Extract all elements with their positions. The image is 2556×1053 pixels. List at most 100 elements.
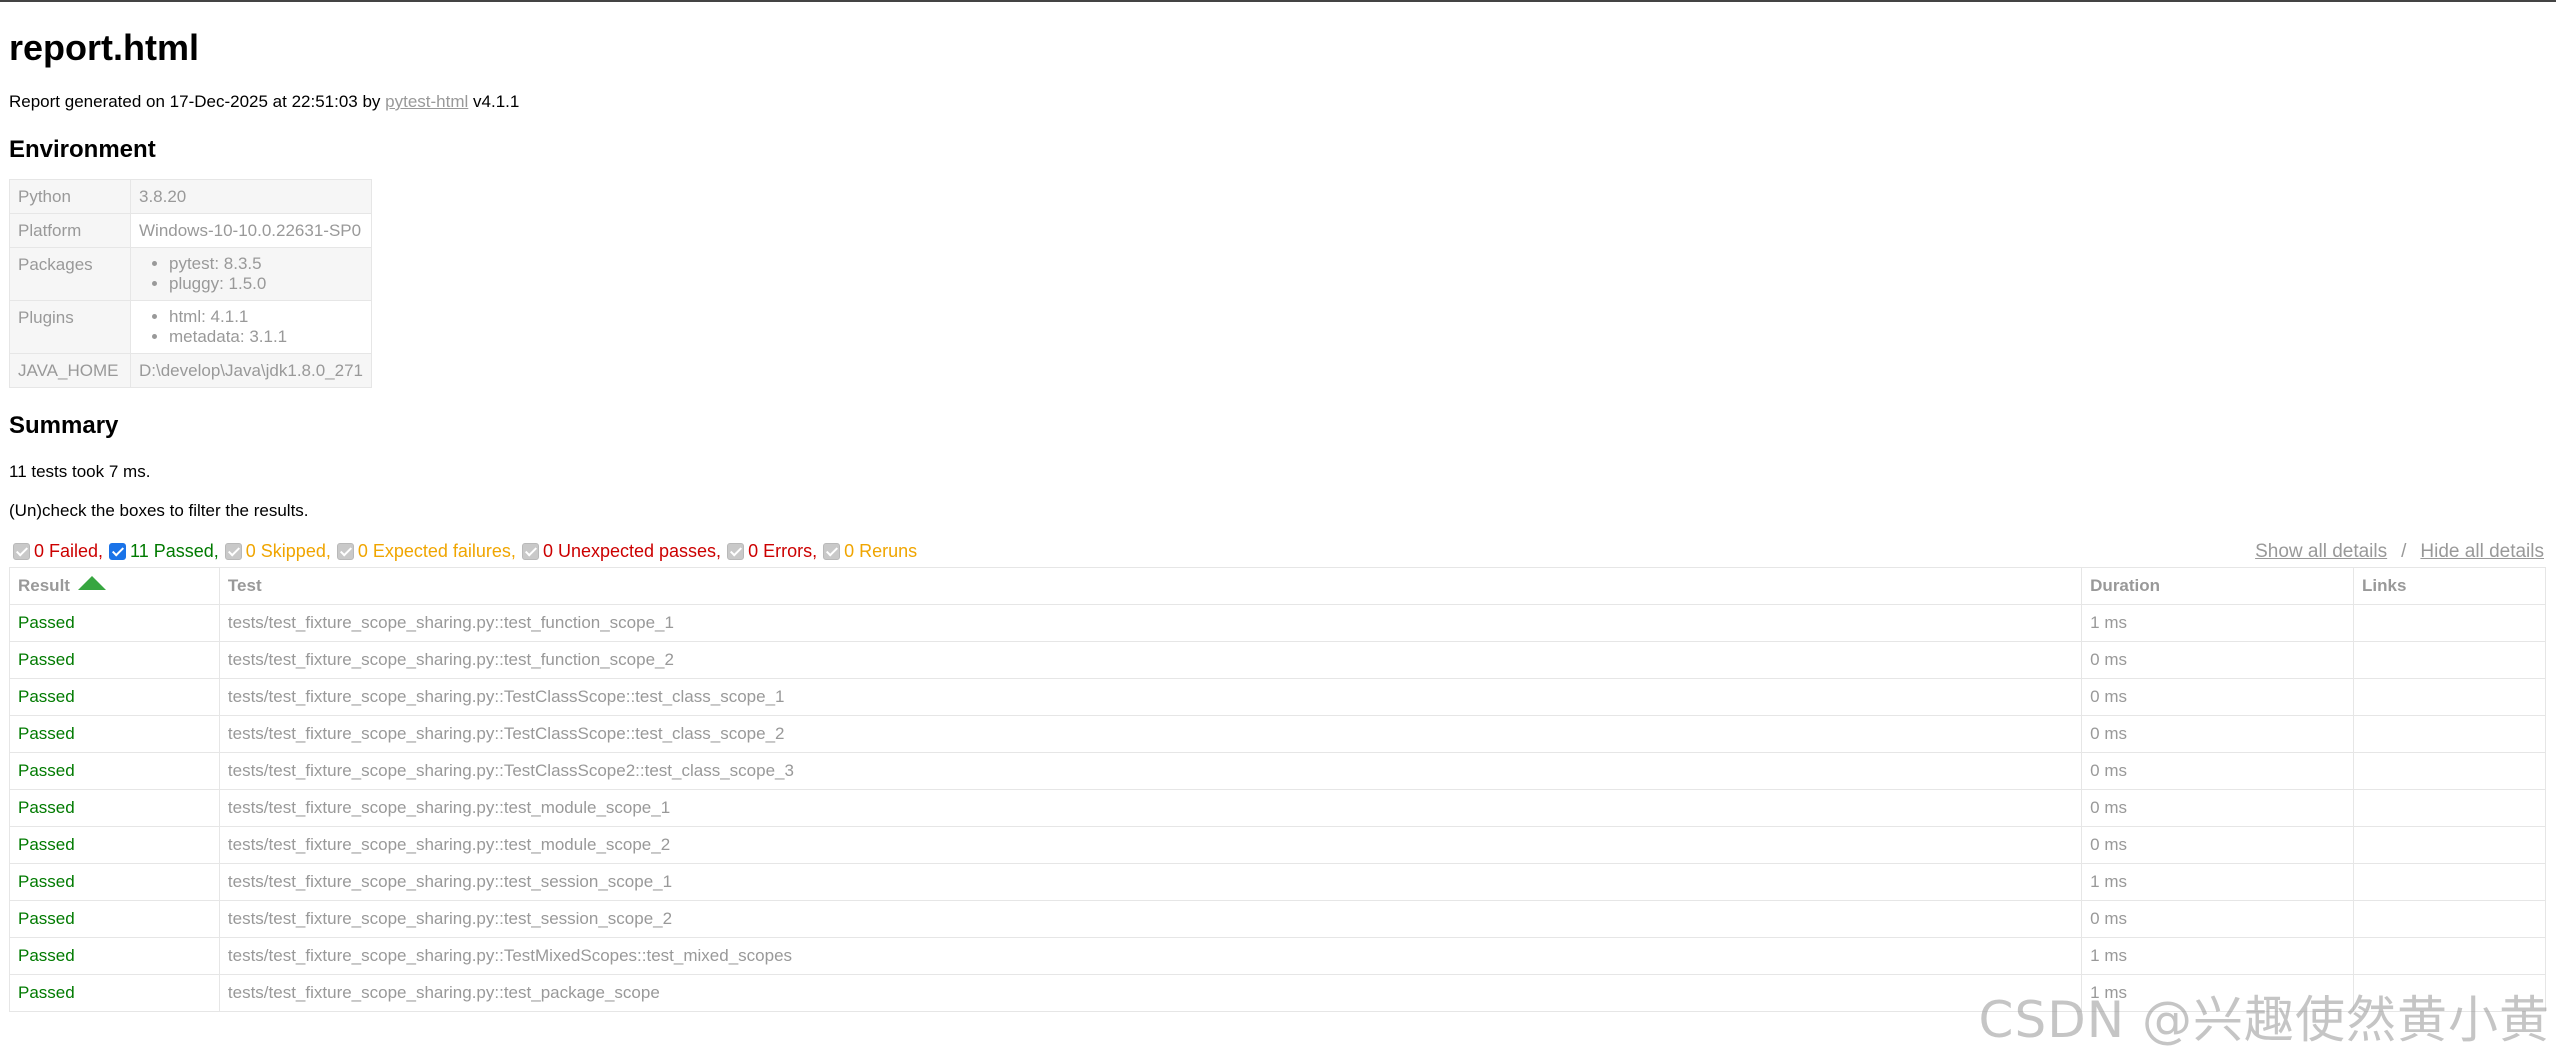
test-cell: tests/test_fixture_scope_sharing.py::Tes… <box>218 752 2083 790</box>
skipped-checkbox[interactable] <box>224 543 242 560</box>
filter-passed[interactable]: 11 Passed, <box>109 541 219 562</box>
table-row[interactable]: Passed tests/test_fixture_scope_sharing.… <box>9 678 2546 716</box>
links-cell <box>2353 641 2546 679</box>
header-links: Links <box>2353 567 2546 605</box>
table-row[interactable]: Passed tests/test_fixture_scope_sharing.… <box>9 641 2546 679</box>
sort-ascending-arrow-icon[interactable] <box>77 576 106 590</box>
table-row[interactable]: Passed tests/test_fixture_scope_sharing.… <box>9 863 2546 901</box>
test-cell: tests/test_fixture_scope_sharing.py::tes… <box>218 974 2083 1012</box>
links-cell <box>2353 715 2546 753</box>
filter-error[interactable]: 0 Errors, <box>727 541 817 562</box>
filter-rerun[interactable]: 0 Reruns <box>823 541 917 562</box>
filter-label: 0 Skipped, <box>245 541 331 561</box>
env-key: Packages <box>9 247 131 301</box>
test-cell: tests/test_fixture_scope_sharing.py::tes… <box>218 863 2083 901</box>
env-key: JAVA_HOME <box>9 353 131 388</box>
links-cell <box>2353 752 2546 790</box>
details-separator: / <box>2401 541 2407 562</box>
header-test[interactable]: Test <box>218 567 2083 605</box>
results-header-row: Result Test Duration Links <box>9 567 2546 605</box>
result-cell: Passed <box>9 752 220 790</box>
summary-heading: Summary <box>9 412 119 439</box>
passed-checkbox[interactable] <box>109 543 127 560</box>
links-cell <box>2353 826 2546 864</box>
xpassed-checkbox[interactable] <box>521 543 539 560</box>
table-row[interactable]: Passed tests/test_fixture_scope_sharing.… <box>9 604 2546 642</box>
env-row-packages: Packages pytest: 8.3.5 pluggy: 1.5.0 <box>9 247 372 301</box>
links-cell <box>2353 900 2546 938</box>
header-duration[interactable]: Duration <box>2081 567 2355 605</box>
pytest-html-link[interactable]: pytest-html <box>385 92 468 111</box>
filter-skipped[interactable]: 0 Skipped, <box>224 541 331 562</box>
filter-xpassed[interactable]: 0 Unexpected passes, <box>521 541 722 562</box>
duration-cell: 1 ms <box>2081 604 2355 642</box>
packages-list: pytest: 8.3.5 pluggy: 1.5.0 <box>139 254 363 294</box>
filter-hint: (Un)check the boxes to filter the result… <box>9 501 309 520</box>
links-cell <box>2353 678 2546 716</box>
filters-bar: 0 Failed, 11 Passed, 0 Skipped, 0 Expect… <box>9 541 2544 567</box>
generated-suffix: v4.1.1 <box>468 92 520 111</box>
test-cell: tests/test_fixture_scope_sharing.py::Tes… <box>218 937 2083 975</box>
env-key: Plugins <box>9 300 131 354</box>
test-cell: tests/test_fixture_scope_sharing.py::Tes… <box>218 715 2083 753</box>
links-cell <box>2353 863 2546 901</box>
generated-info: Report generated on 17-Dec-2025 at 22:51… <box>9 92 2544 112</box>
duration-cell: 0 ms <box>2081 900 2355 938</box>
table-row[interactable]: Passed tests/test_fixture_scope_sharing.… <box>9 900 2546 938</box>
result-cell: Passed <box>9 900 220 938</box>
env-row-plugins: Plugins html: 4.1.1 metadata: 3.1.1 <box>9 300 372 354</box>
failed-checkbox[interactable] <box>13 543 30 560</box>
filter-label: 0 Unexpected passes, <box>542 541 722 561</box>
details-toggle-links: Show all details / Hide all details <box>2255 541 2544 563</box>
env-value: Windows-10-10.0.22631-SP0 <box>130 213 372 248</box>
result-cell: Passed <box>9 678 220 716</box>
result-cell: Passed <box>9 715 220 753</box>
results-table: Result Test Duration Links Passed tests/… <box>9 567 2546 1012</box>
result-filters: 0 Failed, 11 Passed, 0 Skipped, 0 Expect… <box>13 541 923 562</box>
environment-heading: Environment <box>9 136 156 163</box>
test-cell: tests/test_fixture_scope_sharing.py::tes… <box>218 789 2083 827</box>
filter-label: 0 Reruns <box>844 541 918 561</box>
env-value: 3.8.20 <box>130 179 372 214</box>
table-row[interactable]: Passed tests/test_fixture_scope_sharing.… <box>9 789 2546 827</box>
duration-cell: 1 ms <box>2081 863 2355 901</box>
header-label: Result <box>18 576 70 595</box>
generated-prefix: Report generated on 17-Dec-2025 at 22:51… <box>9 92 386 111</box>
csdn-watermark: CSDN @兴趣使然黄小黄 <box>1978 991 2550 1049</box>
table-row[interactable]: Passed tests/test_fixture_scope_sharing.… <box>9 826 2546 864</box>
duration-cell: 1 ms <box>2081 937 2355 975</box>
filter-label: 0 Errors, <box>748 541 818 561</box>
filter-failed[interactable]: 0 Failed, <box>13 541 103 562</box>
header-result[interactable]: Result <box>9 567 220 605</box>
result-cell: Passed <box>9 604 220 642</box>
duration-cell: 0 ms <box>2081 715 2355 753</box>
links-cell <box>2353 937 2546 975</box>
env-key: Platform <box>9 213 131 248</box>
hide-all-details-link[interactable]: Hide all details <box>2420 541 2544 562</box>
duration-cell: 0 ms <box>2081 789 2355 827</box>
env-key: Python <box>9 179 131 214</box>
result-cell: Passed <box>9 974 220 1012</box>
rerun-checkbox[interactable] <box>823 543 841 560</box>
env-row-java-home: JAVA_HOME D:\develop\Java\jdk1.8.0_271 <box>9 353 372 388</box>
results-body: Passed tests/test_fixture_scope_sharing.… <box>9 604 2546 1012</box>
env-row-python: Python 3.8.20 <box>9 179 372 214</box>
error-checkbox[interactable] <box>727 543 745 560</box>
environment-table: Python 3.8.20 Platform Windows-10-10.0.2… <box>9 179 372 388</box>
filter-label: 0 Failed, <box>34 541 104 561</box>
show-all-details-link[interactable]: Show all details <box>2255 541 2387 562</box>
plugins-list: html: 4.1.1 metadata: 3.1.1 <box>139 307 363 347</box>
result-cell: Passed <box>9 826 220 864</box>
filter-xfailed[interactable]: 0 Expected failures, <box>336 541 516 562</box>
table-row[interactable]: Passed tests/test_fixture_scope_sharing.… <box>9 752 2546 790</box>
table-row[interactable]: Passed tests/test_fixture_scope_sharing.… <box>9 715 2546 753</box>
xfailed-checkbox[interactable] <box>336 543 354 560</box>
duration-cell: 0 ms <box>2081 641 2355 679</box>
test-cell: tests/test_fixture_scope_sharing.py::tes… <box>218 604 2083 642</box>
table-row[interactable]: Passed tests/test_fixture_scope_sharing.… <box>9 937 2546 975</box>
env-value: D:\develop\Java\jdk1.8.0_271 <box>130 353 372 388</box>
filter-label: 11 Passed, <box>130 541 219 561</box>
list-item: html: 4.1.1 <box>169 307 363 327</box>
links-cell <box>2353 604 2546 642</box>
duration-cell: 0 ms <box>2081 826 2355 864</box>
